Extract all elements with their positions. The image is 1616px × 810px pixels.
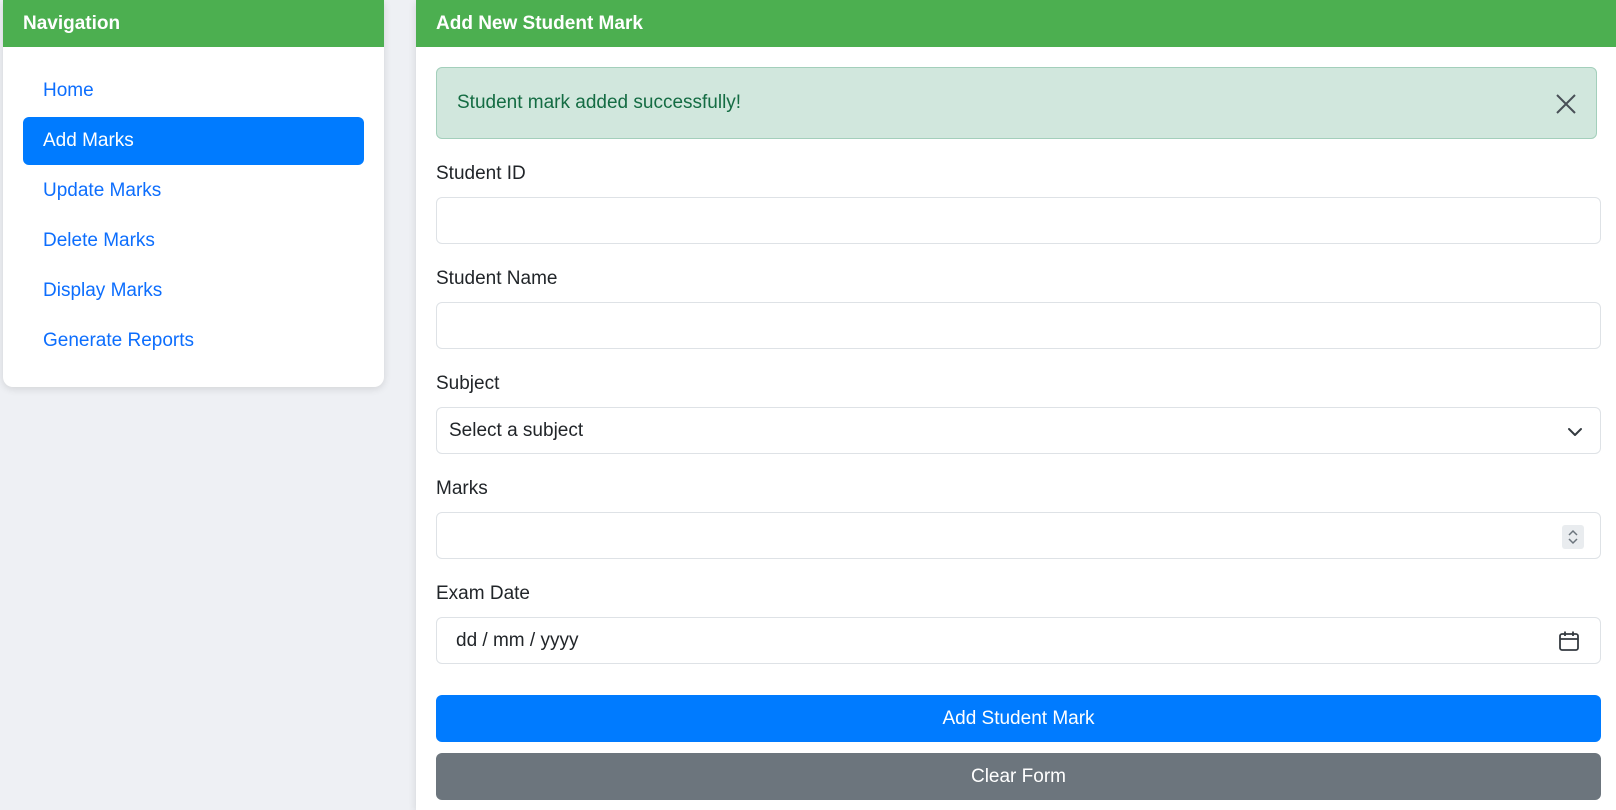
- exam-date-label: Exam Date: [436, 583, 530, 604]
- main-card: Add New Student Mark Student mark added …: [416, 0, 1616, 810]
- sidebar: Navigation Home Add Marks Update Marks D…: [3, 0, 384, 387]
- success-alert: Student mark added successfully!: [436, 67, 1597, 139]
- sidebar-title: Navigation: [3, 0, 384, 47]
- chevron-down-icon: [1566, 423, 1584, 441]
- student-id-input[interactable]: [436, 197, 1601, 244]
- exam-date-placeholder: dd / mm / yyyy: [456, 629, 579, 651]
- student-id-group: Student ID: [436, 162, 1601, 244]
- form-body: Student mark added successfully! Student…: [416, 47, 1601, 800]
- page: Navigation Home Add Marks Update Marks D…: [0, 0, 1616, 810]
- sidebar-item-update-marks[interactable]: Update Marks: [23, 167, 364, 215]
- student-name-label: Student Name: [436, 268, 558, 289]
- student-name-group: Student Name: [436, 267, 1601, 349]
- sidebar-item-generate-reports[interactable]: Generate Reports: [23, 317, 364, 365]
- sidebar-item-delete-marks[interactable]: Delete Marks: [23, 217, 364, 265]
- marks-input[interactable]: [436, 512, 1601, 559]
- student-id-label: Student ID: [436, 163, 526, 184]
- spinner-icon[interactable]: [1562, 525, 1584, 549]
- subject-selected-value: Select a subject: [449, 419, 584, 441]
- calendar-icon[interactable]: [1558, 630, 1580, 652]
- subject-select[interactable]: Select a subject: [436, 407, 1601, 454]
- sidebar-item-display-marks[interactable]: Display Marks: [23, 267, 364, 315]
- exam-date-input[interactable]: dd / mm / yyyy: [436, 617, 1601, 664]
- sidebar-item-add-marks[interactable]: Add Marks: [23, 117, 364, 165]
- close-icon[interactable]: [1554, 92, 1578, 116]
- sidebar-nav: Home Add Marks Update Marks Delete Marks…: [3, 47, 384, 365]
- exam-date-group: Exam Date dd / mm / yyyy: [436, 582, 1601, 664]
- sidebar-item-home[interactable]: Home: [23, 67, 364, 115]
- clear-form-button[interactable]: Clear Form: [436, 753, 1601, 800]
- page-title: Add New Student Mark: [416, 0, 1616, 47]
- student-name-input[interactable]: [436, 302, 1601, 349]
- marks-group: Marks: [436, 477, 1601, 559]
- marks-label: Marks: [436, 478, 488, 499]
- subject-label: Subject: [436, 373, 500, 394]
- alert-message: Student mark added successfully!: [457, 92, 742, 113]
- add-student-mark-button[interactable]: Add Student Mark: [436, 695, 1601, 742]
- subject-group: Subject Select a subject: [436, 372, 1601, 454]
